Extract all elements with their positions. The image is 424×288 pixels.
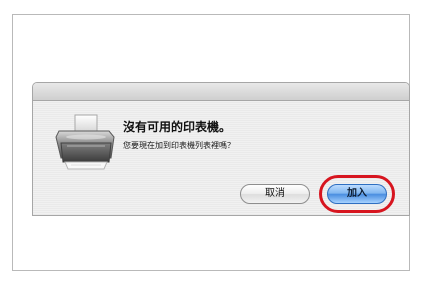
add-button[interactable]: 加入 — [327, 184, 387, 204]
printer-alert-dialog: 沒有可用的印表機。 您要現在加到印表機列表裡嗎？ 取消 加入 — [32, 82, 410, 216]
cancel-button[interactable]: 取消 — [240, 184, 310, 204]
dialog-title: 沒有可用的印表機。 — [123, 120, 232, 134]
printer-icon — [53, 113, 117, 173]
dialog-titlebar — [33, 83, 409, 101]
dialog-message: 您要現在加到印表機列表裡嗎？ — [123, 141, 235, 150]
